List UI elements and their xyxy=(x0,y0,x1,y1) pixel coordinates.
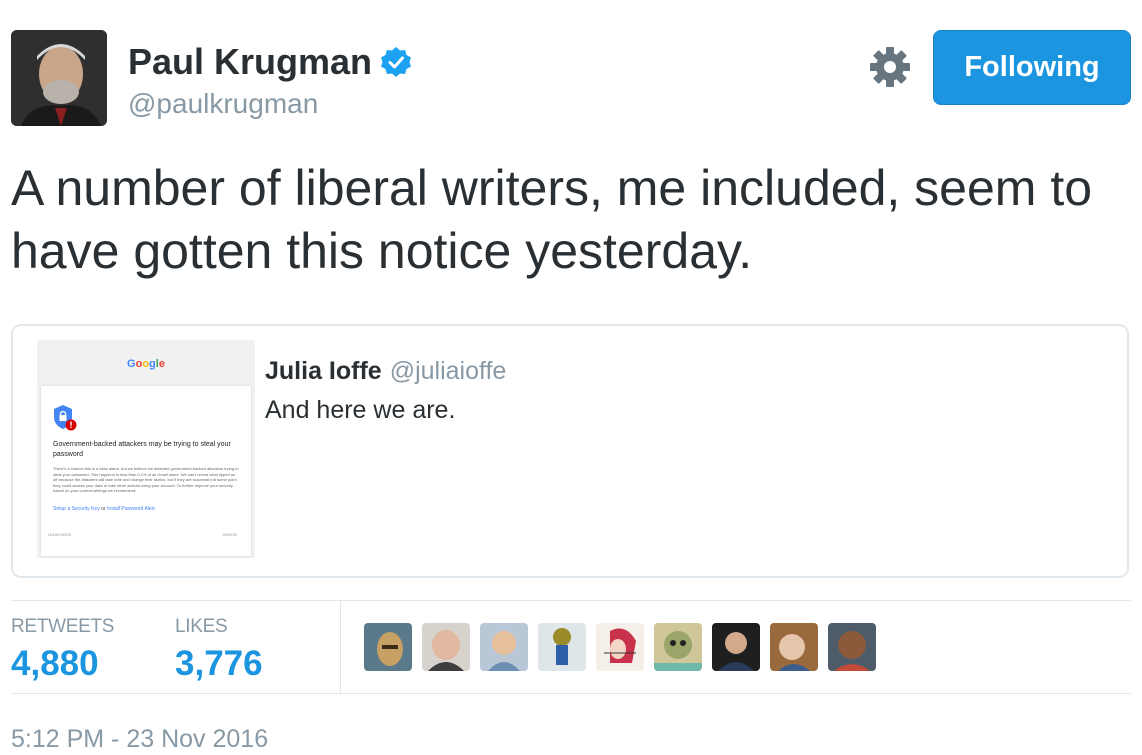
tweet-text: A number of liberal writers, me included… xyxy=(11,160,1093,279)
liker-avatar[interactable] xyxy=(480,623,528,671)
verified-badge-icon xyxy=(381,47,412,77)
or-text: or xyxy=(101,506,106,512)
likes-stat[interactable]: LIKES 3,776 xyxy=(175,616,263,684)
shield-lock-icon xyxy=(54,405,77,431)
stats-divider-top xyxy=(11,600,1131,601)
liker-avatar[interactable] xyxy=(712,623,760,671)
author-handle[interactable]: @paulkrugman xyxy=(128,88,318,120)
retweets-label: RETWEETS xyxy=(11,616,115,637)
liker-avatars xyxy=(364,623,876,671)
tweet-timestamp[interactable]: 5:12 PM - 23 Nov 2016 xyxy=(11,725,268,754)
likes-count: 3,776 xyxy=(175,644,263,683)
liker-avatar[interactable] xyxy=(828,623,876,671)
likes-label: LIKES xyxy=(175,616,228,637)
liker-avatar[interactable] xyxy=(538,623,586,671)
retweets-stat[interactable]: RETWEETS 4,880 xyxy=(11,616,114,684)
author-avatar[interactable] xyxy=(11,30,107,126)
google-logo: Google xyxy=(127,358,165,370)
install-password-alert-link: Install Password Alert xyxy=(106,506,155,512)
quoted-author-handle: @juliaioffe xyxy=(389,357,507,385)
author-name[interactable]: Paul Krugman xyxy=(128,41,372,83)
security-alert-card: Government-backed attackers may be tryin… xyxy=(41,386,251,556)
liker-avatar[interactable] xyxy=(422,623,470,671)
security-alert-body: There's a chance this is a false alarm, … xyxy=(53,466,239,494)
security-alert-heading: Government-backed attackers may be tryin… xyxy=(53,441,231,458)
liker-avatar[interactable] xyxy=(654,623,702,671)
quoted-tweet-card[interactable]: Google Government-backed attackers may b… xyxy=(11,324,1129,578)
author-name-row[interactable]: Paul Krugman xyxy=(128,41,412,83)
liker-avatar[interactable] xyxy=(596,623,644,671)
learn-more-label: LEARN MORE xyxy=(48,533,72,537)
security-alert-links: Setup a Security Key or Install Password… xyxy=(53,506,155,512)
setup-security-key-link: Setup a Security Key xyxy=(53,506,100,512)
quoted-tweet-text: And here we are. xyxy=(265,396,456,424)
quoted-author[interactable]: Julia Ioffe @juliaioffe xyxy=(265,357,506,386)
stats-vertical-divider xyxy=(340,601,341,693)
quoted-author-name: Julia Ioffe xyxy=(265,357,382,385)
author-avatar-image xyxy=(11,30,107,126)
retweets-count: 4,880 xyxy=(11,644,99,683)
stats-divider-bottom xyxy=(11,693,1131,694)
quoted-tweet-image[interactable]: Google Government-backed attackers may b… xyxy=(37,340,255,558)
liker-avatar[interactable] xyxy=(770,623,818,671)
liker-avatar[interactable] xyxy=(364,623,412,671)
following-button[interactable]: Following xyxy=(933,30,1131,105)
dismiss-label: DISMISS xyxy=(222,533,237,537)
gear-icon[interactable] xyxy=(868,45,912,89)
